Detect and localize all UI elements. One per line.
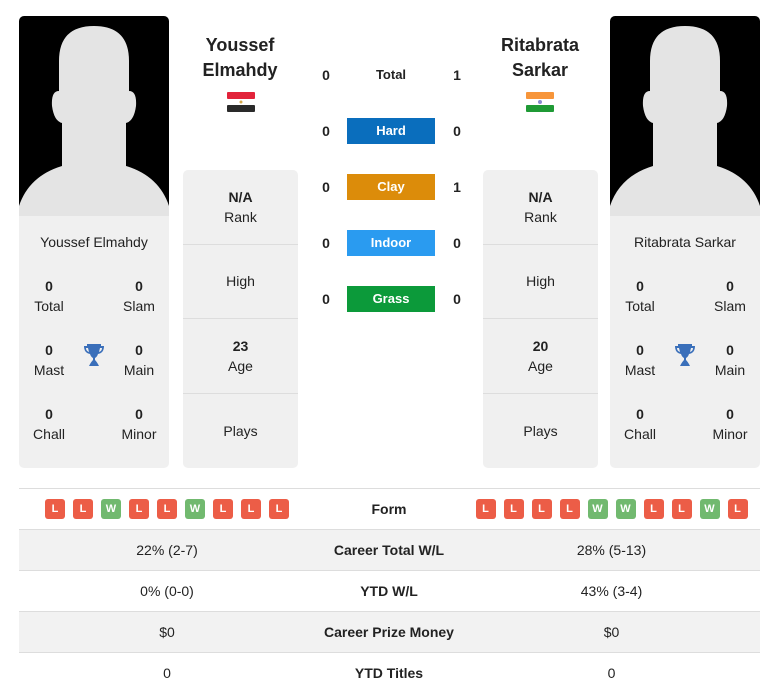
titles-main: 0 Main bbox=[123, 342, 155, 378]
form-badge-loss[interactable]: L bbox=[241, 499, 261, 519]
titles-slam: 0 Slam bbox=[714, 278, 746, 314]
rank-row: N/A Rank bbox=[183, 170, 298, 245]
player1-name: Youssef Elmahdy bbox=[40, 234, 148, 250]
form-badge-loss[interactable]: L bbox=[559, 499, 580, 519]
surface-grass-badge[interactable]: Grass bbox=[347, 286, 435, 312]
player2-card: Ritabrata Sarkar 0 Total 0 Slam 0 Mast 0 Mai… bbox=[610, 16, 760, 468]
surface-hard-badge[interactable]: Hard bbox=[347, 118, 435, 144]
career-total-wl-row: 22% (2-7) Career Total W/L 28% (5-13) bbox=[19, 529, 760, 570]
player1-titles: 0 Total 0 Slam 0 Mast 0 Main 0 Chall 0 Minor bbox=[19, 276, 169, 468]
form-badge-win[interactable]: W bbox=[587, 499, 608, 519]
form-label: Form bbox=[371, 501, 407, 517]
form-badge-win[interactable]: W bbox=[699, 499, 720, 519]
rank-row: N/A Rank bbox=[483, 170, 598, 245]
form-badge-loss[interactable]: L bbox=[45, 499, 65, 519]
form-badge-loss[interactable]: L bbox=[727, 499, 748, 519]
trophy-icon bbox=[83, 343, 105, 372]
h2h-total-row: 0 Total 1 bbox=[310, 62, 470, 88]
india-flag-icon bbox=[526, 92, 554, 112]
titles-total: 0 Total bbox=[625, 278, 655, 314]
titles-minor: 0 Minor bbox=[121, 406, 157, 442]
age-row: 23 Age bbox=[183, 319, 298, 394]
titles-mast: 0 Mast bbox=[624, 342, 656, 378]
form-badge-loss[interactable]: L bbox=[503, 499, 524, 519]
player2-career-prize-money: $0 bbox=[603, 624, 620, 640]
form-badge-loss[interactable]: L bbox=[157, 499, 177, 519]
player1-photo bbox=[19, 16, 169, 216]
form-badge-loss[interactable]: L bbox=[73, 499, 93, 519]
player2-ytd-titles: 0 bbox=[607, 665, 616, 681]
titles-slam: 0 Slam bbox=[123, 278, 155, 314]
player2-form: LLLLWWLLWL bbox=[463, 489, 760, 529]
player1-card: Youssef Elmahdy 0 Total 0 Slam 0 Mast 0 Main… bbox=[19, 16, 169, 468]
titles-minor: 0 Minor bbox=[712, 406, 748, 442]
ytd-titles-row: 0 YTD Titles 0 bbox=[19, 652, 760, 693]
ytd-wl-row: 0% (0-0) YTD W/L 43% (3-4) bbox=[19, 570, 760, 611]
h2h-indoor-row: 0 Indoor 0 bbox=[310, 230, 470, 256]
titles-main: 0 Main bbox=[714, 342, 746, 378]
comparison-table: LLWLLWLLL Form LLLLWWLLWL 22% (2-7) Care… bbox=[19, 488, 760, 693]
player1-career-prize-money: $0 bbox=[159, 624, 175, 640]
surface-total-label: Total bbox=[375, 67, 407, 82]
career-prize-money-label: Career Prize Money bbox=[324, 624, 454, 640]
career-total-wl-label: Career Total W/L bbox=[333, 542, 445, 558]
plays-row: Plays bbox=[523, 422, 558, 439]
age-row: 20 Age bbox=[483, 319, 598, 394]
player2-name: Ritabrata Sarkar bbox=[634, 234, 736, 250]
titles-chall: 0 Chall bbox=[33, 406, 65, 442]
player2-header-name[interactable]: Ritabrata Sarkar bbox=[460, 33, 620, 83]
player2-info-card: N/A Rank High 20 Age Plays bbox=[483, 170, 598, 468]
silhouette-icon bbox=[19, 26, 169, 216]
h2h-hard-row: 0 Hard 0 bbox=[310, 118, 470, 144]
high-row: High bbox=[483, 245, 598, 319]
titles-mast: 0 Mast bbox=[33, 342, 65, 378]
form-badge-loss[interactable]: L bbox=[269, 499, 289, 519]
ytd-titles-label: YTD Titles bbox=[354, 665, 424, 681]
form-badge-loss[interactable]: L bbox=[643, 499, 664, 519]
silhouette-icon bbox=[610, 26, 760, 216]
egypt-flag-icon bbox=[227, 92, 255, 112]
h2h-clay-row: 0 Clay 1 bbox=[310, 174, 470, 200]
player2-titles: 0 Total 0 Slam 0 Mast 0 Main 0 Chall 0 Minor bbox=[610, 276, 760, 468]
form-badge-loss[interactable]: L bbox=[671, 499, 692, 519]
form-badge-loss[interactable]: L bbox=[475, 499, 496, 519]
high-row: High bbox=[183, 245, 298, 319]
form-badge-loss[interactable]: L bbox=[213, 499, 233, 519]
titles-total: 0 Total bbox=[34, 278, 64, 314]
player2-ytd-wl: 43% (3-4) bbox=[580, 583, 643, 599]
player1-ytd-titles: 0 bbox=[163, 665, 171, 681]
ytd-wl-label: YTD W/L bbox=[360, 583, 418, 599]
form-badge-loss[interactable]: L bbox=[531, 499, 552, 519]
career-prize-money-row: $0 Career Prize Money $0 bbox=[19, 611, 760, 652]
surface-clay-badge[interactable]: Clay bbox=[347, 174, 435, 200]
player1-info-card: N/A Rank High 23 Age Plays bbox=[183, 170, 298, 468]
player1-header-name[interactable]: Youssef Elmahdy bbox=[160, 33, 320, 83]
trophy-icon bbox=[674, 343, 696, 372]
form-badge-loss[interactable]: L bbox=[129, 499, 149, 519]
player2-career-total-wl: 28% (5-13) bbox=[576, 542, 647, 558]
plays-row: Plays bbox=[223, 422, 258, 439]
player1-ytd-wl: 0% (0-0) bbox=[140, 583, 194, 599]
player1-form: LLWLLWLLL bbox=[19, 489, 315, 529]
form-badge-win[interactable]: W bbox=[185, 499, 205, 519]
h2h-grass-row: 0 Grass 0 bbox=[310, 286, 470, 312]
titles-chall: 0 Chall bbox=[624, 406, 656, 442]
player1-career-total-wl: 22% (2-7) bbox=[136, 542, 198, 558]
form-row: LLWLLWLLL Form LLLLWWLLWL bbox=[19, 488, 760, 529]
form-badge-win[interactable]: W bbox=[101, 499, 121, 519]
surface-indoor-badge[interactable]: Indoor bbox=[347, 230, 435, 256]
player2-photo bbox=[610, 16, 760, 216]
form-badge-win[interactable]: W bbox=[615, 499, 636, 519]
